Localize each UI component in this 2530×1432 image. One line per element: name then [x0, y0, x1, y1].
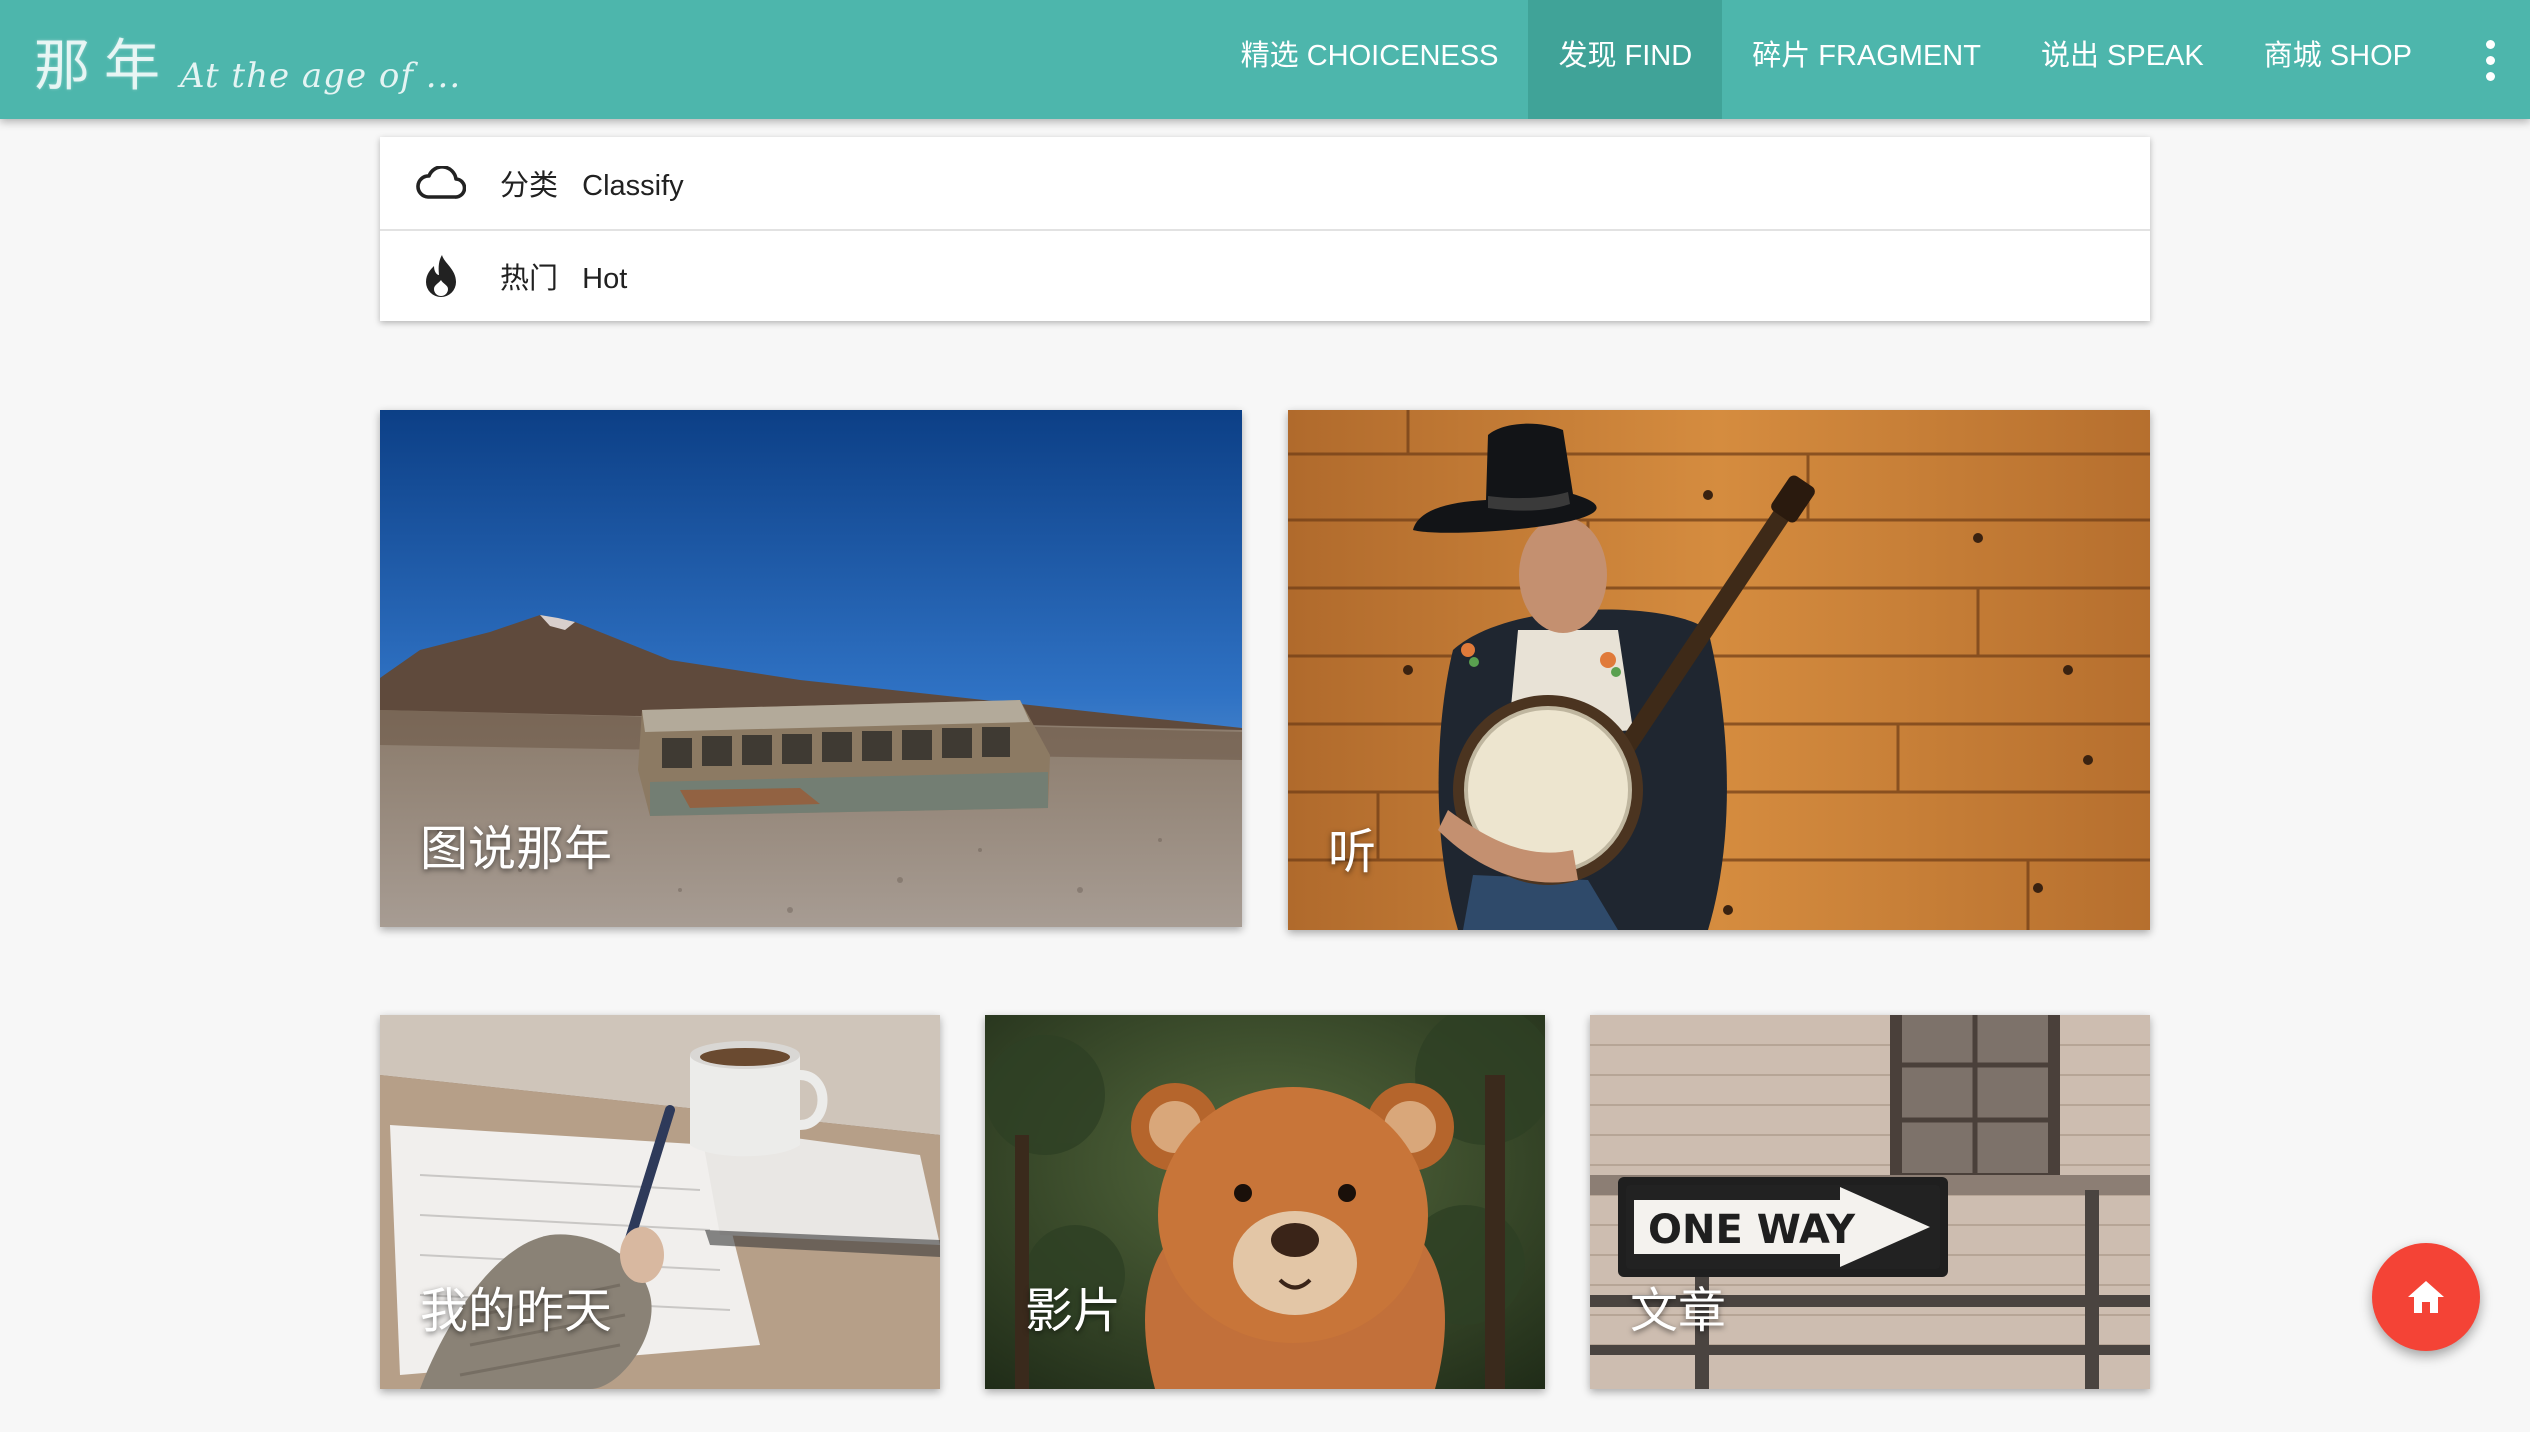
site-logo[interactable]: 那年 At the age of ...: [34, 22, 461, 102]
nav-fragment[interactable]: 碎片 FRAGMENT: [1722, 0, 2011, 119]
card-title: 文章: [1630, 1285, 1727, 1338]
fire-icon: [416, 251, 466, 301]
card-articles[interactable]: ONE WAY 文章: [1590, 1015, 2150, 1389]
menu-item-classify-label: 分类 Classify: [500, 170, 684, 202]
logo-tagline: At the age of ...: [180, 56, 462, 96]
logo-chinese: 那年: [34, 34, 174, 99]
home-fab-button[interactable]: [2372, 1243, 2480, 1351]
menu-item-hot[interactable]: 热门 Hot: [380, 229, 2150, 321]
more-vert-icon[interactable]: [2470, 32, 2510, 88]
card-movies[interactable]: 影片: [985, 1015, 1545, 1389]
nav-choiceness[interactable]: 精选 CHOICENESS: [1211, 0, 1529, 119]
card-title: 图说那年: [420, 823, 613, 876]
card-photo-stories[interactable]: 图说那年: [380, 410, 1242, 927]
card-title: 我的昨天: [420, 1285, 613, 1338]
sign-text: ONE WAY: [1648, 1207, 1856, 1253]
menu-item-classify[interactable]: 分类 Classify: [380, 137, 2150, 229]
nav-speak[interactable]: 说出 SPEAK: [2011, 0, 2234, 119]
home-icon: [2408, 1281, 2444, 1313]
cloud-icon: [416, 158, 466, 208]
nav-find[interactable]: 发现 FIND: [1528, 0, 1723, 119]
card-title: 听: [1328, 826, 1377, 879]
card-my-yesterday[interactable]: 我的昨天: [380, 1015, 940, 1389]
main-nav: 精选 CHOICENESS 发现 FIND 碎片 FRAGMENT 说出 SPE…: [1211, 0, 2442, 119]
banjo-player-image: [1288, 410, 2150, 930]
top-app-bar: 那年 At the age of ... 精选 CHOICENESS 发现 FI…: [0, 0, 2530, 119]
card-title: 影片: [1025, 1285, 1122, 1338]
card-listen[interactable]: 听: [1288, 410, 2150, 930]
nav-shop[interactable]: 商城 SHOP: [2234, 0, 2442, 119]
menu-item-hot-label: 热门 Hot: [500, 263, 628, 295]
find-submenu: 分类 Classify 热门 Hot: [380, 137, 2150, 321]
